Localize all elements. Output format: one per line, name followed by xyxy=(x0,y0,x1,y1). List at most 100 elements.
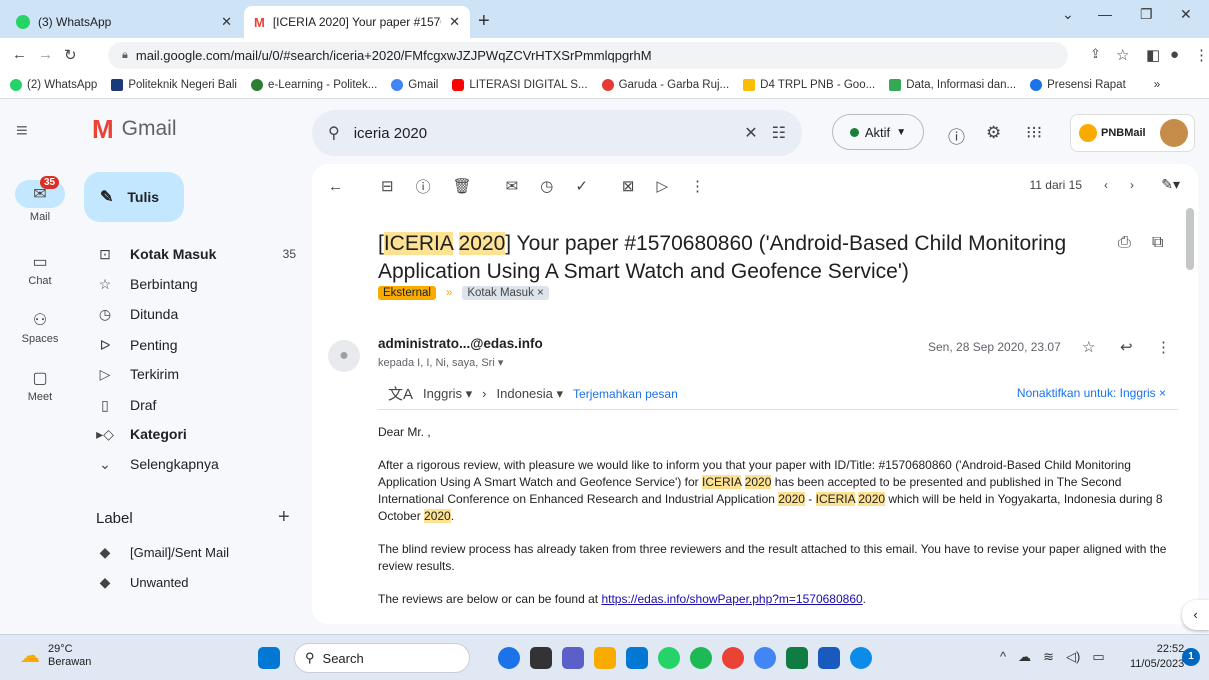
input-tools-icon[interactable]: ✎▾ xyxy=(1161,176,1180,193)
reload-icon[interactable]: ↻ xyxy=(64,46,77,64)
clear-search-icon[interactable]: ✕ xyxy=(744,123,757,143)
forward-icon[interactable]: → xyxy=(38,46,53,63)
bookmark-item[interactable]: Garuda - Garba Ruj... xyxy=(601,79,729,91)
bookmark-item[interactable]: e-Learning - Politek... xyxy=(250,79,377,91)
star-icon[interactable]: ☆ xyxy=(1082,338,1095,356)
teams-icon[interactable] xyxy=(562,647,584,669)
apps-grid-icon[interactable]: ⁝⁝⁝ xyxy=(1026,123,1042,143)
search-input[interactable]: iceria 2020 xyxy=(354,125,731,142)
folder-important[interactable]: ᐅ Penting xyxy=(96,331,296,359)
report-spam-icon[interactable]: ⓘ xyxy=(416,176,431,197)
more-icon[interactable]: ⋮ xyxy=(1156,338,1171,356)
reply-icon[interactable]: ↩ xyxy=(1120,338,1133,356)
help-icon[interactable]: ⓘ xyxy=(948,123,965,148)
user-label-item[interactable]: ◆ [Gmail]/Sent Mail xyxy=(96,538,296,566)
recipients-dropdown[interactable]: kepada I, I, Ni, saya, Sri ▾ xyxy=(378,356,503,369)
account-badge[interactable]: PNBMail xyxy=(1070,114,1195,152)
folder-snoozed[interactable]: ◷ Ditunda xyxy=(96,300,296,328)
drive-icon[interactable]: ☁ xyxy=(1018,649,1031,665)
tray-expand-icon[interactable]: ^ xyxy=(1000,649,1006,665)
menu-icon[interactable]: ⋮ xyxy=(1194,46,1209,64)
battery-icon[interactable]: ▭ xyxy=(1092,649,1104,665)
app-icon[interactable] xyxy=(498,647,520,669)
review-link[interactable]: https://edas.info/showPaper.php?m=157068… xyxy=(601,592,862,606)
minimize-icon[interactable]: — xyxy=(1098,6,1112,22)
search-icon[interactable]: ⚲ xyxy=(328,123,340,143)
rail-spaces[interactable]: ⚇ Spaces xyxy=(0,310,80,345)
word-icon[interactable] xyxy=(818,647,840,669)
chrome-icon[interactable] xyxy=(722,647,744,669)
add-task-icon[interactable]: ✓ xyxy=(575,177,588,195)
bookmarks-more-button[interactable]: » xyxy=(1154,79,1160,91)
chrome-profile-icon[interactable] xyxy=(754,647,776,669)
tab-gmail[interactable]: M [ICERIA 2020] Your paper #1570 ✕ xyxy=(244,6,470,38)
main-menu-icon[interactable]: ≡ xyxy=(16,120,28,143)
search-options-icon[interactable]: ☷ xyxy=(772,123,786,143)
status-dropdown[interactable]: Aktif ▼ xyxy=(832,114,924,150)
folder-more[interactable]: ⌄ Selengkapnya xyxy=(96,450,296,478)
search-bar[interactable]: ⚲ iceria 2020 ✕ ☷ xyxy=(312,110,802,156)
wifi-icon[interactable]: ≋ xyxy=(1043,649,1054,665)
label-inbox-badge[interactable]: Kotak Masuk × xyxy=(462,286,549,300)
mark-unread-icon[interactable]: ✉ xyxy=(506,177,519,195)
excel-icon[interactable] xyxy=(786,647,808,669)
share-icon[interactable]: ⇪ xyxy=(1090,46,1101,62)
window-close-icon[interactable]: ✕ xyxy=(1180,6,1192,23)
folder-inbox[interactable]: ⊡ Kotak Masuk 35 xyxy=(96,240,296,268)
folder-drafts[interactable]: ▯ Draf xyxy=(96,391,296,419)
clock[interactable]: 22:52 11/05/2023 xyxy=(1130,642,1184,672)
bookmark-star-icon[interactable]: ☆ xyxy=(1116,46,1129,64)
delete-icon[interactable]: 🗑︎ xyxy=(453,177,472,195)
sender-email[interactable]: administrato...@edas.info xyxy=(378,336,543,351)
taskbar-search[interactable]: ⚲ Search xyxy=(294,643,470,673)
rail-mail[interactable]: ✉ Mail xyxy=(0,180,80,223)
close-icon[interactable]: ✕ xyxy=(449,14,460,30)
close-icon[interactable]: ✕ xyxy=(221,14,232,30)
more-icon[interactable]: ⋮ xyxy=(690,177,705,195)
add-label-icon[interactable]: + xyxy=(278,506,290,529)
open-new-window-icon[interactable]: ⧉ xyxy=(1152,234,1163,252)
sidepanel-icon[interactable]: ◧ xyxy=(1146,46,1160,64)
user-label-item[interactable]: ◆ Unwanted xyxy=(96,568,296,596)
new-tab-button[interactable]: + xyxy=(478,10,490,33)
profile-icon[interactable]: ● xyxy=(1170,46,1179,63)
prev-icon[interactable]: ‹ xyxy=(1104,178,1108,192)
compose-button[interactable]: ✎ Tulis xyxy=(84,172,184,222)
bookmark-item[interactable]: Presensi Rapat xyxy=(1030,79,1126,91)
back-icon[interactable]: ← xyxy=(12,46,27,63)
whatsapp-icon[interactable] xyxy=(658,647,680,669)
archive-icon[interactable]: ⊟ xyxy=(381,177,394,195)
file-explorer-icon[interactable] xyxy=(594,647,616,669)
folder-categories[interactable]: ▸◇ Kategori xyxy=(96,420,296,448)
next-icon[interactable]: › xyxy=(1130,178,1134,192)
gmail-logo[interactable]: M Gmail xyxy=(92,116,177,142)
translate-to-dropdown[interactable]: Indonesia ▾ xyxy=(497,386,564,402)
mail-app-icon[interactable] xyxy=(626,647,648,669)
rail-chat[interactable]: ▭ Chat xyxy=(0,252,80,287)
print-icon[interactable]: ⎙ xyxy=(1118,234,1131,252)
move-to-icon[interactable]: ⊠ xyxy=(622,177,635,195)
folder-starred[interactable]: ☆ Berbintang xyxy=(96,270,296,298)
address-bar[interactable]: 🔒︎ mail.google.com/mail/u/0/#search/icer… xyxy=(108,42,1068,69)
bookmark-item[interactable]: Data, Informasi dan... xyxy=(889,79,1016,91)
folder-sent[interactable]: ▷ Terkirim xyxy=(96,360,296,388)
weather-widget[interactable]: ☁ 29°C Berawan xyxy=(20,643,91,669)
label-icon[interactable]: ▷ xyxy=(656,177,668,195)
bookmark-item[interactable]: D4 TRPL PNB - Goo... xyxy=(743,79,875,91)
bookmark-item[interactable]: Politeknik Negeri Bali xyxy=(111,79,237,91)
disable-translate-link[interactable]: Nonaktifkan untuk: Inggris × xyxy=(1017,386,1166,400)
gear-icon[interactable]: ⚙ xyxy=(986,123,1001,143)
bookmark-item[interactable]: LITERASI DIGITAL S... xyxy=(452,79,588,91)
back-to-list-icon[interactable]: ← xyxy=(328,178,343,195)
translate-from-dropdown[interactable]: Inggris ▾ xyxy=(423,386,472,402)
task-view-icon[interactable] xyxy=(530,647,552,669)
side-panel-toggle[interactable]: ‹ xyxy=(1182,600,1209,630)
windows-start-icon[interactable] xyxy=(258,647,280,669)
restore-icon[interactable]: ❐ xyxy=(1140,6,1153,23)
volume-icon[interactable]: ◁) xyxy=(1066,649,1080,665)
edge-icon[interactable] xyxy=(850,647,872,669)
label-external-badge[interactable]: Eksternal xyxy=(378,286,436,300)
bookmark-item[interactable]: Gmail xyxy=(391,79,438,91)
spotify-icon[interactable] xyxy=(690,647,712,669)
rail-meet[interactable]: ▢ Meet xyxy=(0,368,80,403)
